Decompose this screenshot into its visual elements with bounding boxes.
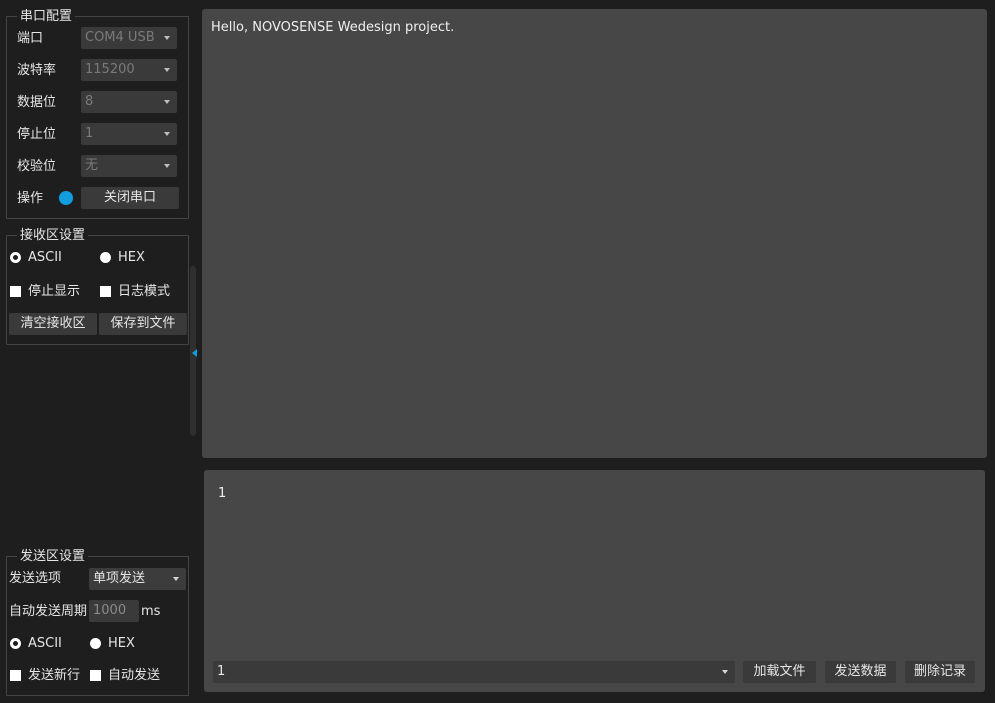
- databits-value: 8: [85, 94, 94, 109]
- tx-hex-radio[interactable]: [90, 638, 101, 649]
- operation-label: 操作: [17, 191, 44, 206]
- tx-ascii-label: ASCII: [28, 636, 62, 651]
- stopbits-value: 1: [85, 126, 94, 141]
- parity-select[interactable]: 无: [81, 155, 177, 177]
- chevron-down-icon: [164, 132, 170, 136]
- send-textarea[interactable]: 1: [204, 470, 985, 652]
- receive-text: Hello, NOVOSENSE Wedesign project.: [211, 20, 455, 35]
- port-select[interactable]: COM4 USB: [81, 27, 177, 49]
- save-to-file-button[interactable]: 保存到文件: [99, 313, 187, 335]
- tx-hex-label: HEX: [108, 636, 135, 651]
- baud-select[interactable]: 115200: [81, 59, 177, 81]
- send-history-select[interactable]: 1: [213, 661, 735, 683]
- baud-label: 波特率: [17, 63, 57, 78]
- databits-label: 数据位: [17, 95, 57, 110]
- auto-period-label: 自动发送周期: [9, 604, 88, 619]
- parity-label: 校验位: [17, 159, 57, 174]
- parity-value: 无: [85, 158, 99, 173]
- log-mode-label: 日志模式: [118, 284, 171, 299]
- port-value: COM4 USB: [85, 30, 155, 45]
- send-option-select[interactable]: 单项发送: [89, 568, 186, 590]
- delete-history-button[interactable]: 删除记录: [905, 661, 975, 683]
- stop-display-checkbox[interactable]: [10, 286, 21, 297]
- auto-period-unit: ms: [141, 604, 161, 619]
- chevron-down-icon: [164, 68, 170, 72]
- serial-config-title: 串口配置: [17, 9, 76, 24]
- auto-period-input[interactable]: 1000: [89, 600, 139, 622]
- port-label: 端口: [17, 31, 44, 46]
- stopbits-label: 停止位: [17, 127, 57, 142]
- rx-ascii-label: ASCII: [28, 250, 62, 265]
- send-history-value: 1: [217, 664, 226, 679]
- rx-hex-radio[interactable]: [100, 252, 111, 263]
- auto-send-checkbox[interactable]: [90, 670, 101, 681]
- stop-display-label: 停止显示: [28, 284, 81, 299]
- chevron-down-icon: [722, 670, 728, 674]
- rx-hex-label: HEX: [118, 250, 145, 265]
- chevron-down-icon: [164, 164, 170, 168]
- send-data-button[interactable]: 发送数据: [825, 661, 896, 683]
- send-settings-title: 发送区设置: [17, 549, 89, 564]
- clear-receive-button[interactable]: 清空接收区: [9, 313, 97, 335]
- send-newline-label: 发送新行: [28, 668, 81, 683]
- collapse-arrow-icon[interactable]: [192, 349, 197, 357]
- receive-settings-group: 接收区设置 ASCII HEX 停止显示 日志模式 清空接收区 保存到文件: [6, 228, 189, 345]
- receive-textarea[interactable]: Hello, NOVOSENSE Wedesign project.: [202, 9, 987, 458]
- port-status-indicator: [59, 191, 73, 205]
- chevron-down-icon: [164, 36, 170, 40]
- tx-ascii-radio[interactable]: [10, 638, 21, 649]
- close-port-button[interactable]: 关闭串口: [81, 187, 179, 209]
- stopbits-select[interactable]: 1: [81, 123, 177, 145]
- databits-select[interactable]: 8: [81, 91, 177, 113]
- chevron-down-icon: [164, 100, 170, 104]
- send-newline-checkbox[interactable]: [10, 670, 21, 681]
- baud-value: 115200: [85, 62, 135, 77]
- receive-settings-title: 接收区设置: [17, 228, 89, 243]
- send-area: 1 1 加载文件 发送数据 删除记录: [204, 470, 985, 692]
- auto-send-label: 自动发送: [108, 668, 161, 683]
- chevron-down-icon: [173, 577, 179, 581]
- send-option-value: 单项发送: [93, 571, 146, 586]
- send-settings-group: 发送区设置 发送选项 单项发送 自动发送周期 1000 ms ASCII HEX…: [6, 549, 189, 696]
- rx-ascii-radio[interactable]: [10, 252, 21, 263]
- send-option-label: 发送选项: [9, 571, 62, 586]
- load-file-button[interactable]: 加载文件: [743, 661, 816, 683]
- send-text: 1: [218, 486, 227, 501]
- log-mode-checkbox[interactable]: [100, 286, 111, 297]
- serial-config-group: 串口配置 端口 COM4 USB 波特率 115200 数据位 8 停止位 1 …: [6, 9, 189, 219]
